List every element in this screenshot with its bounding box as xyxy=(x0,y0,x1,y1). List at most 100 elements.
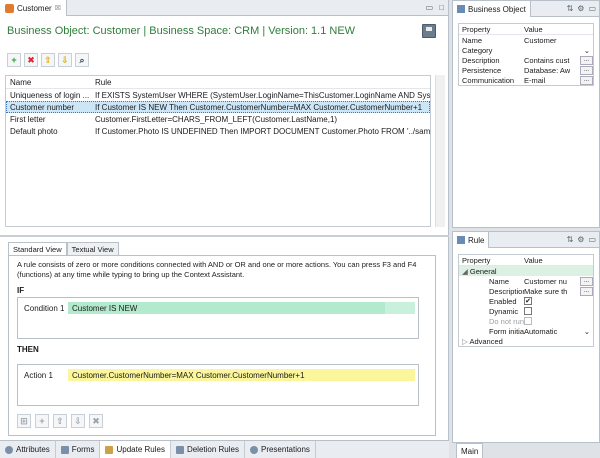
filter-icon[interactable]: ⚙ xyxy=(577,235,584,244)
sort-icon[interactable]: ⇅ xyxy=(567,4,574,13)
column-header-name[interactable]: Name xyxy=(6,78,92,87)
tab-deletion-rules[interactable]: Deletion Rules xyxy=(171,441,245,458)
tab-business-object[interactable]: Business Object xyxy=(453,1,531,17)
pane-splitter[interactable] xyxy=(0,235,449,237)
move-down-button[interactable]: ⇩ xyxy=(58,53,72,67)
table-scrollbar[interactable] xyxy=(435,75,445,227)
table-row[interactable]: First letter Customer.FirstLetter=CHARS_… xyxy=(6,113,430,125)
condition-row[interactable]: Condition 1 Customer IS NEW xyxy=(22,302,415,314)
filter-icon[interactable]: ⚙ xyxy=(577,4,584,13)
add-icon[interactable]: + xyxy=(35,414,49,428)
delete-rule-button[interactable]: ✖ xyxy=(24,53,38,67)
rule-panel: Rule ⇅ ⚙ ▭ Property Value ◢ General Name… xyxy=(452,231,600,443)
up-icon[interactable]: ⇧ xyxy=(53,414,67,428)
tab-main[interactable]: Main xyxy=(456,443,484,458)
property-row-description[interactable]: Description Contains cust... xyxy=(459,55,593,65)
property-key: Form initia xyxy=(489,326,524,336)
property-value: ✔ xyxy=(524,297,593,305)
tab-customer[interactable]: Customer ☒ xyxy=(0,0,67,16)
action-extra-cell[interactable] xyxy=(385,369,415,381)
triangle-right-icon[interactable]: ▷ xyxy=(462,337,468,346)
rule-panel-tools: ⇅ ⚙ ▭ xyxy=(567,235,596,244)
column-header-property: Property xyxy=(462,255,491,265)
condition-extra-cell[interactable] xyxy=(385,302,415,314)
move-up-button[interactable]: ⇧ xyxy=(41,53,55,67)
action-row[interactable]: Action 1 Customer.CustomerNumber=MAX Cus… xyxy=(22,369,415,381)
property-key: Communication xyxy=(462,75,515,85)
property-row-description[interactable]: Description Make sure th... xyxy=(459,286,593,296)
condition-label: Condition 1 xyxy=(24,303,65,313)
condition-field[interactable]: Customer IS NEW xyxy=(68,302,385,314)
rule-text: If EXISTS SystemUser WHERE (SystemUser.L… xyxy=(95,90,430,100)
property-row-category[interactable]: Category ⌄ xyxy=(459,45,593,55)
ellipsis-button[interactable]: ... xyxy=(580,55,593,65)
sort-icon[interactable]: ⇅ xyxy=(567,235,574,244)
close-icon[interactable]: ☒ xyxy=(55,4,61,12)
properties-icon xyxy=(457,5,465,13)
tab-presentations[interactable]: Presentations xyxy=(245,441,316,458)
insert-icon[interactable]: ⊞ xyxy=(17,414,31,428)
find-button[interactable]: ⌕ xyxy=(75,53,89,67)
tab-textual-view[interactable]: Textual View xyxy=(66,242,119,255)
triangle-down-icon[interactable]: ◢ xyxy=(462,267,468,276)
property-row-communication[interactable]: Communication E-mail... xyxy=(459,75,593,85)
table-row[interactable]: Default photo If Customer.Photo IS UNDEF… xyxy=(6,125,430,137)
property-value: Contains cust... xyxy=(524,55,593,65)
action-label: Action 1 xyxy=(24,370,53,380)
action-field[interactable]: Customer.CustomerNumber=MAX Customer.Cus… xyxy=(68,369,385,381)
minimize-icon[interactable]: ▭ xyxy=(588,4,596,13)
group-general[interactable]: ◢ General xyxy=(459,266,593,276)
window-buttons: ▭ □ xyxy=(426,3,444,12)
tab-forms[interactable]: Forms xyxy=(56,441,101,458)
presentations-icon xyxy=(249,445,258,454)
business-object-editor: Customer ☒ ▭ □ Business Object: Customer… xyxy=(0,0,449,458)
property-row-dynamic[interactable]: Dynamic xyxy=(459,306,593,316)
rule-editor-toolbar: ⊞ + ⇧ ⇩ ✖ xyxy=(17,414,103,428)
property-value-text: Customer nu xyxy=(524,276,567,286)
chevron-down-icon[interactable]: ⌄ xyxy=(584,46,593,55)
column-header-property: Property xyxy=(462,24,491,34)
rule-editor-pane: A rule consists of zero or more conditio… xyxy=(8,255,436,436)
minimize-icon[interactable]: ▭ xyxy=(588,235,596,244)
column-header-rule[interactable]: Rule xyxy=(92,78,430,87)
enabled-checkbox[interactable]: ✔ xyxy=(524,297,532,305)
group-label-text: Advanced xyxy=(469,336,503,346)
business-object-icon xyxy=(5,3,14,13)
property-row-persistence[interactable]: Persistence Database: Aw... xyxy=(459,65,593,75)
rules-table: Name Rule Uniqueness of login ... If EXI… xyxy=(5,75,431,227)
down-icon[interactable]: ⇩ xyxy=(71,414,85,428)
tab-deletion-rules-label: Deletion Rules xyxy=(186,445,239,454)
property-key: Do not run xyxy=(489,316,524,326)
minimize-icon[interactable]: ▭ xyxy=(426,3,434,12)
dynamic-checkbox[interactable] xyxy=(524,307,532,315)
tab-attributes[interactable]: Attributes xyxy=(0,441,56,458)
table-row[interactable]: Uniqueness of login ... If EXISTS System… xyxy=(6,89,430,101)
property-value-text: Contains cust xyxy=(524,55,570,65)
property-value: Customer xyxy=(524,36,593,45)
property-key: Description xyxy=(462,55,500,65)
ellipsis-button[interactable]: ... xyxy=(580,286,593,296)
tab-rule[interactable]: Rule xyxy=(453,232,490,248)
add-rule-button[interactable]: + xyxy=(7,53,21,67)
save-icon[interactable] xyxy=(422,24,436,38)
maximize-icon[interactable]: □ xyxy=(439,3,444,12)
rule-name: Default photo xyxy=(10,126,58,136)
property-key: Name xyxy=(489,276,510,286)
group-advanced[interactable]: ▷ Advanced xyxy=(459,336,593,346)
update-rules-icon xyxy=(105,445,114,454)
property-row-enabled[interactable]: Enabled ✔ xyxy=(459,296,593,306)
ellipsis-button[interactable]: ... xyxy=(580,75,593,85)
table-row-selected[interactable]: Customer number If Customer IS NEW Then … xyxy=(6,101,430,113)
delete-icon[interactable]: ✖ xyxy=(89,414,103,428)
property-row-name[interactable]: Name Customer nu... xyxy=(459,276,593,286)
property-value xyxy=(524,317,593,325)
chevron-down-icon[interactable]: ⌄ xyxy=(584,327,593,336)
rule-name: Uniqueness of login ... xyxy=(10,90,90,100)
ellipsis-button[interactable]: ... xyxy=(580,65,593,75)
tab-update-rules[interactable]: Update Rules xyxy=(100,441,171,458)
ellipsis-button[interactable]: ... xyxy=(580,276,593,286)
property-row-name[interactable]: Name Customer xyxy=(459,35,593,45)
group-advanced-label: ▷ Advanced xyxy=(459,337,524,346)
tab-standard-view[interactable]: Standard View xyxy=(8,242,67,255)
property-row-form-initialization[interactable]: Form initia Automatic ⌄ xyxy=(459,326,593,336)
